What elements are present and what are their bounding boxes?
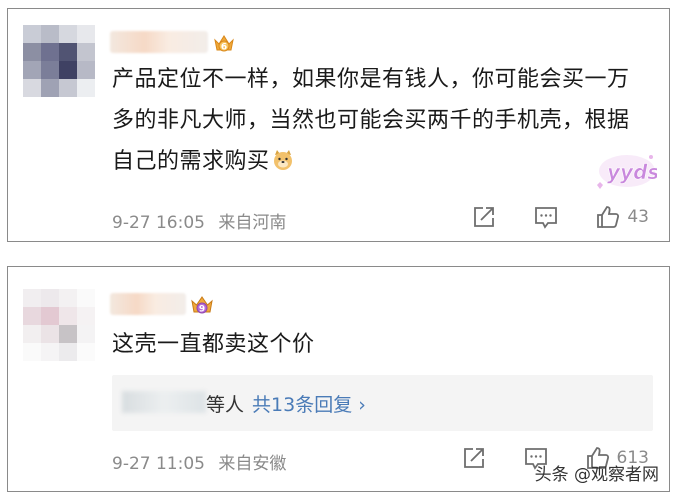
avatar[interactable] [23,289,95,361]
reply-preview[interactable]: 等人 共13条回复 › [112,375,653,431]
comment-time: 9-27 11:05 [112,454,205,474]
share-button[interactable] [471,204,497,230]
comment-card-1: 6 产品定位不一样，如果你是有钱人，你可能会买一万多的非凡大师，当然也可能会买两… [7,8,670,242]
like-button[interactable]: 43 [595,204,649,230]
username[interactable] [110,293,186,315]
username[interactable] [110,31,208,53]
source-watermark: 头条 @观察者网 [534,465,659,485]
share-icon [463,448,484,468]
svg-text:9: 9 [199,305,205,315]
comment-actions: 43 [435,204,649,230]
share-button[interactable] [461,445,487,471]
yyds-sticker-icon: yyds [597,155,657,189]
comment-location: 来自河南 [218,213,287,233]
comment-meta: 9-27 16:05 来自河南 [112,208,286,233]
doge-emoji-icon [273,150,292,170]
share-icon [474,207,495,227]
like-icon [597,206,620,228]
comment-meta: 9-27 11:05 来自安徽 [112,449,286,474]
svg-text:6: 6 [221,43,227,53]
reply-usernames [122,391,206,413]
level-badge-icon: 6 [214,35,234,53]
avatar[interactable] [23,25,95,97]
comment-text: 这壳一直都卖这个价 [112,332,315,357]
comment-location: 来自安徽 [218,454,287,474]
view-replies-link[interactable]: 共13条回复 › [252,394,366,416]
comment-button[interactable] [533,204,559,230]
comment-icon [535,207,558,229]
like-count: 43 [627,207,649,227]
comment-text: 产品定位不一样，如果你是有钱人，你可能会买一万多的非凡大师，当然也可能会买两千的… [112,67,630,174]
comment-time: 9-27 16:05 [112,213,205,233]
reply-summary: 等人 共13条回复 › [206,394,366,416]
level-badge-icon: 9 [191,296,213,315]
svg-text:yyds: yyds [607,160,657,184]
comment-card-2: 9 这壳一直都卖这个价 等人共13条回复 › 9-27 11:05 来自安徽 [7,266,670,492]
